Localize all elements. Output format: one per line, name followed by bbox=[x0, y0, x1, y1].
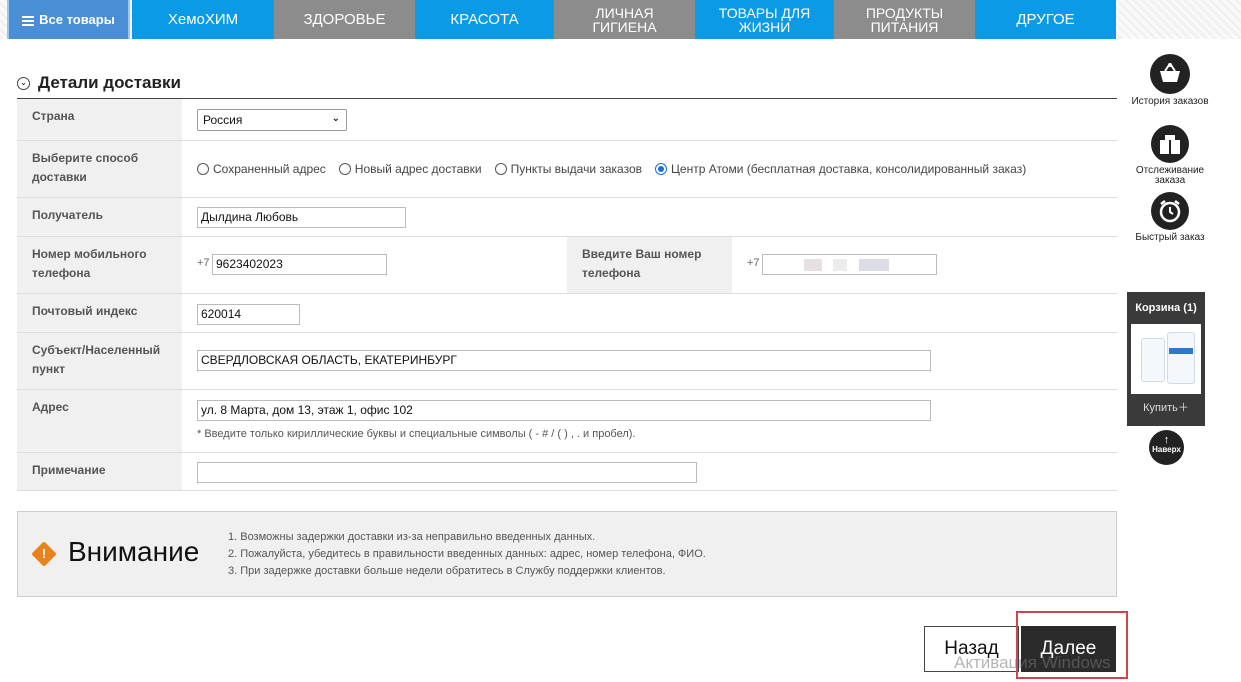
all-goods-label: Все товары bbox=[39, 11, 115, 27]
nav-item-other[interactable]: ДРУГОЕ bbox=[975, 0, 1116, 39]
mobile-label: Номер мобильного телефона bbox=[17, 237, 182, 293]
section-title-text: Детали доставки bbox=[38, 73, 181, 92]
address-hint: * Введите только кириллические буквы и с… bbox=[197, 428, 636, 440]
phone-label: Введите Ваш номер телефона bbox=[567, 237, 732, 293]
attention-list: 1. Возможны задержки доставки из-за непр… bbox=[228, 529, 706, 580]
cart-panel: Корзина (1) Купить＋ bbox=[1127, 292, 1205, 426]
product-bottle bbox=[1141, 338, 1165, 382]
blurred-digits bbox=[804, 258, 822, 271]
country-row: Страна Россия ⌄ bbox=[17, 99, 1117, 141]
menu-icon bbox=[22, 15, 35, 26]
region-input[interactable]: СВЕРДЛОВСКАЯ ОБЛАСТЬ, ЕКАТЕРИНБУРГ bbox=[197, 350, 931, 371]
arrow-up-icon: ↑ bbox=[1163, 434, 1170, 446]
blurred-digits bbox=[833, 258, 848, 271]
product-bottle bbox=[1167, 332, 1195, 384]
phone-row: Номер мобильного телефона +7 9623402023 … bbox=[17, 237, 1117, 294]
radio-label: Центр Атоми (бесплатная доставка, консол… bbox=[671, 162, 1027, 176]
phone-input[interactable] bbox=[762, 254, 937, 275]
attention-title: Внимание bbox=[68, 536, 200, 567]
recipient-row: Получатель Дылдина Любовь bbox=[17, 198, 1117, 237]
radio-circle-selected bbox=[655, 163, 668, 175]
quick-order-link[interactable]: Быстрый заказ bbox=[1127, 192, 1213, 243]
nav-label: ХемоХИМ bbox=[167, 10, 239, 28]
address-row: Адрес ул. 8 Марта, дом 13, этаж 1, офис … bbox=[17, 390, 1117, 453]
recipient-label: Получатель bbox=[17, 198, 182, 236]
address-input[interactable]: ул. 8 Марта, дом 13, этаж 1, офис 102 bbox=[197, 400, 931, 421]
radio-atomy-center[interactable]: Центр Атоми (бесплатная доставка, консол… bbox=[655, 162, 1026, 176]
radio-new-address[interactable]: Новый адрес доставки bbox=[338, 162, 482, 176]
nav-label: КРАСОТА bbox=[450, 10, 519, 28]
attention-item: 2. Пожалуйста, убедитесь в правильности … bbox=[228, 548, 706, 560]
attention-box: ! Внимание 1. Возможны задержки доставки… bbox=[17, 511, 1117, 597]
zip-input[interactable]: 620014 bbox=[197, 304, 300, 325]
nav-label: ЗДОРОВЬЕ bbox=[303, 10, 386, 28]
basket-icon bbox=[1150, 54, 1190, 94]
product-label bbox=[1169, 348, 1193, 354]
note-row: Примечание bbox=[17, 453, 1117, 491]
radio-label: Пункты выдачи заказов bbox=[510, 162, 643, 176]
nav-label: ЖИЗНИ bbox=[738, 18, 791, 35]
region-label: Субъект/Населенный пункт bbox=[17, 333, 182, 389]
attention-item: 1. Возможны задержки доставки из-за непр… bbox=[228, 531, 596, 543]
chevron-down-icon: ⌄ bbox=[17, 76, 30, 90]
nav-label: ТОВАРЫ ДЛЯ bbox=[718, 4, 811, 21]
cart-product-image[interactable] bbox=[1131, 324, 1201, 394]
nav-label: ЛИЧНАЯ bbox=[595, 4, 654, 21]
windows-activation-watermark: Активация Windows bbox=[954, 653, 1111, 672]
radio-saved-address[interactable]: Сохраненный адрес bbox=[197, 162, 326, 176]
section-title[interactable]: ⌄ Детали доставки bbox=[17, 73, 181, 93]
attention-item: 3. При задержке доставки больше недели о… bbox=[228, 565, 666, 577]
quick-order-label: Быстрый заказ bbox=[1135, 232, 1205, 243]
alarm-clock-icon bbox=[1151, 192, 1189, 230]
country-value: Россия bbox=[203, 113, 243, 127]
nav-label: ПРОДУКТЫ bbox=[865, 4, 944, 21]
nav-item-food[interactable]: ПРОДУКТЫ ПИТАНИЯ bbox=[834, 0, 975, 39]
delivery-method-label: Выберите способ доставки bbox=[17, 141, 182, 197]
cart-title[interactable]: Корзина (1) bbox=[1127, 292, 1205, 324]
note-input[interactable] bbox=[197, 462, 697, 483]
radio-circle bbox=[197, 163, 209, 175]
to-top-label: Наверх bbox=[1152, 445, 1181, 454]
zip-label: Почтовый индекс bbox=[17, 294, 182, 332]
buy-button[interactable]: Купить＋ bbox=[1127, 394, 1205, 422]
chevron-down-icon: ⌄ bbox=[331, 113, 340, 124]
mobile-input[interactable]: 9623402023 bbox=[212, 254, 387, 275]
radio-label: Сохраненный адрес bbox=[213, 162, 326, 176]
recipient-input[interactable]: Дылдина Любовь bbox=[197, 207, 406, 228]
country-label: Страна bbox=[17, 99, 182, 140]
nav-label: ПИТАНИЯ bbox=[870, 18, 939, 35]
country-select[interactable]: Россия ⌄ bbox=[197, 109, 347, 131]
radio-circle bbox=[338, 163, 351, 175]
address-label: Адрес bbox=[17, 390, 182, 452]
nav-label: ДРУГОЕ bbox=[1016, 10, 1075, 28]
delivery-options: Сохраненный адрес Новый адрес доставки П… bbox=[197, 162, 1039, 176]
region-row: Субъект/Населенный пункт СВЕРДЛОВСКАЯ ОБ… bbox=[17, 333, 1117, 390]
order-history-label: История заказов bbox=[1131, 96, 1209, 107]
nav-item-hygiene[interactable]: ЛИЧНАЯ ГИГИЕНА bbox=[554, 0, 695, 39]
package-tracking-icon bbox=[1151, 125, 1189, 163]
nav-item-life-goods[interactable]: ТОВАРЫ ДЛЯ ЖИЗНИ bbox=[695, 0, 834, 39]
mobile-prefix: +7 bbox=[197, 257, 210, 269]
all-goods-button[interactable]: Все товары bbox=[7, 0, 130, 39]
phone-prefix: +7 bbox=[747, 257, 760, 269]
delivery-method-row: Выберите способ доставки Сохраненный адр… bbox=[17, 141, 1117, 198]
zip-row: Почтовый индекс 620014 bbox=[17, 294, 1117, 333]
note-label: Примечание bbox=[17, 453, 182, 490]
warning-icon: ! bbox=[31, 541, 57, 567]
radio-label: Новый адрес доставки bbox=[354, 162, 482, 176]
order-history-link[interactable]: История заказов bbox=[1127, 54, 1213, 107]
tracking-link[interactable]: Отслеживание заказа bbox=[1127, 125, 1213, 186]
nav-label: ГИГИЕНА bbox=[592, 18, 657, 35]
blurred-digits bbox=[858, 258, 889, 271]
nav-item-hemohim[interactable]: ХемоХИМ bbox=[132, 0, 274, 39]
scroll-to-top-button[interactable]: ↑ Наверх bbox=[1149, 430, 1184, 465]
radio-pickup-points[interactable]: Пункты выдачи заказов bbox=[494, 162, 643, 176]
radio-circle bbox=[494, 163, 507, 175]
nav-item-health[interactable]: ЗДОРОВЬЕ bbox=[274, 0, 415, 39]
tracking-label: Отслеживание заказа bbox=[1135, 165, 1205, 186]
nav-item-beauty[interactable]: КРАСОТА bbox=[415, 0, 554, 39]
